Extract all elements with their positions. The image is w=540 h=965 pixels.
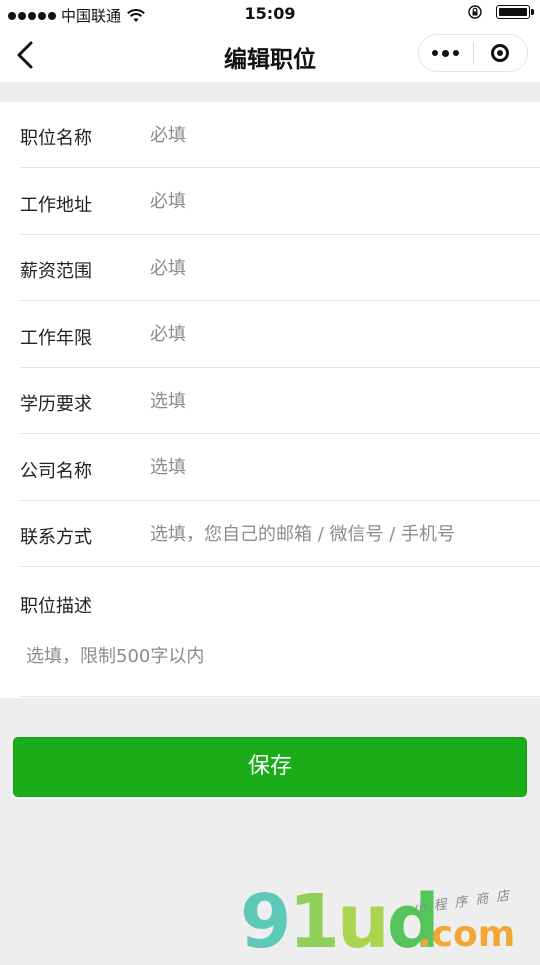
field-label: 职位名称 — [20, 128, 92, 149]
save-button[interactable]: 保存 — [13, 737, 527, 797]
form-row-education: 学历要求 — [20, 368, 540, 434]
job-title-input[interactable] — [150, 114, 530, 156]
status-bar: 中国联通 15:09 — [0, 0, 540, 28]
work-address-input[interactable] — [150, 180, 530, 223]
form-row-job-title: 职位名称 — [20, 102, 540, 168]
field-label: 公司名称 — [20, 460, 92, 482]
contact-input[interactable] — [150, 513, 530, 555]
form-row-work-years: 工作年限 — [20, 302, 540, 368]
watermark-logo: 91ud — [240, 879, 440, 965]
orientation-lock-icon — [468, 5, 482, 19]
more-dot-icon — [442, 49, 450, 57]
job-description-label: 职位描述 — [20, 596, 92, 617]
divider — [20, 696, 540, 697]
field-label: 联系方式 — [20, 527, 92, 548]
job-edit-form: 职位名称 工作地址 薪资范围 工作年限 学历要求 公司名称 联系方式 职位描述 — [0, 102, 540, 698]
field-label: 学历要求 — [20, 394, 92, 415]
nav-bar: 编辑职位 — [0, 28, 540, 82]
more-dot-icon — [453, 50, 460, 56]
form-row-salary-range: 薪资范围 — [20, 235, 540, 301]
salary-range-input[interactable] — [150, 247, 530, 289]
job-description-textarea[interactable] — [20, 638, 520, 694]
form-row-company-name: 公司名称 — [20, 435, 540, 501]
target-circle-icon — [491, 44, 510, 62]
field-label: 工作地址 — [20, 194, 92, 216]
watermark-domain-suffix: .com — [418, 914, 516, 955]
field-label: 薪资范围 — [20, 261, 92, 282]
more-dot-icon — [432, 50, 439, 56]
education-input[interactable] — [150, 380, 530, 422]
miniprogram-capsule — [418, 34, 528, 72]
field-label: 工作年限 — [20, 327, 92, 349]
close-miniprogram-button[interactable] — [473, 35, 527, 71]
status-right — [468, 5, 534, 19]
status-time: 15:09 — [244, 4, 296, 23]
more-menu-button[interactable] — [419, 35, 473, 71]
battery-icon — [496, 5, 534, 19]
work-years-input[interactable] — [150, 313, 530, 356]
company-name-input[interactable] — [150, 446, 530, 489]
form-row-work-address: 工作地址 — [20, 169, 540, 235]
form-row-contact: 联系方式 — [20, 501, 540, 567]
